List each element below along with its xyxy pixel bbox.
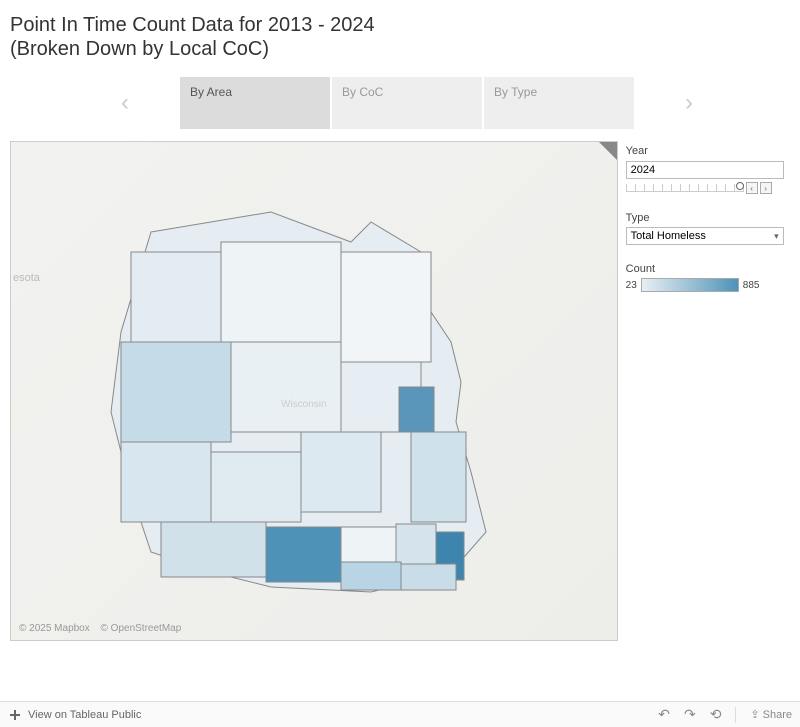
year-input[interactable] <box>626 161 784 179</box>
controls-panel: Year ‹ › Type Total Homeless Count 23 88… <box>626 141 790 641</box>
view-on-tableau-label: View on Tableau Public <box>28 709 141 721</box>
count-legend-gradient <box>641 278 739 292</box>
share-label: Share <box>763 709 792 721</box>
undo-icon[interactable]: ↶ <box>658 706 670 723</box>
tabs-prev-icon[interactable]: ‹ <box>110 88 140 118</box>
share-icon: ⇪ <box>750 708 759 721</box>
map-corner-icon[interactable] <box>599 142 617 160</box>
map-state-shape: Wisconsin <box>91 192 531 612</box>
tableau-logo-icon <box>8 708 22 722</box>
type-label: Type <box>626 212 790 224</box>
footer-toolbar: View on Tableau Public ↶ ↷ ⟲ ⇪ Share <box>0 701 800 727</box>
count-legend: 23 885 <box>626 278 790 292</box>
year-prev-button[interactable]: ‹ <box>746 182 758 194</box>
footer-separator <box>735 707 736 723</box>
year-slider[interactable] <box>626 184 744 192</box>
page-subtitle: (Broken Down by Local CoC) <box>10 38 790 61</box>
tabs-row: ‹ By Area By CoC By Type › <box>0 69 800 141</box>
type-select-value: Total Homeless <box>631 230 706 242</box>
map-attribution: © 2025 Mapbox © OpenStreetMap <box>19 623 189 634</box>
type-select[interactable]: Total Homeless <box>626 227 784 245</box>
year-label: Year <box>626 145 790 157</box>
attribution-osm[interactable]: © OpenStreetMap <box>101 623 182 634</box>
map-center-label: Wisconsin <box>281 399 327 410</box>
share-button[interactable]: ⇪ Share <box>750 708 792 721</box>
reset-icon[interactable]: ⟲ <box>710 706 722 723</box>
tab-by-type[interactable]: By Type <box>484 77 634 129</box>
year-next-button[interactable]: › <box>760 182 772 194</box>
view-on-tableau-button[interactable]: View on Tableau Public <box>8 708 141 722</box>
count-legend-max: 885 <box>743 280 760 291</box>
year-slider-thumb[interactable] <box>736 182 744 190</box>
count-label: Count <box>626 263 790 275</box>
tabs-next-icon[interactable]: › <box>674 88 704 118</box>
attribution-mapbox[interactable]: © 2025 Mapbox <box>19 623 90 634</box>
tab-by-coc[interactable]: By CoC <box>332 77 482 129</box>
map-viewport[interactable]: esota <box>10 141 618 641</box>
page-title: Point In Time Count Data for 2013 - 2024 <box>10 12 790 38</box>
redo-icon[interactable]: ↷ <box>684 706 696 723</box>
count-legend-min: 23 <box>626 280 637 291</box>
map-neighbor-label: esota <box>13 272 40 284</box>
tab-by-area[interactable]: By Area <box>180 77 330 129</box>
